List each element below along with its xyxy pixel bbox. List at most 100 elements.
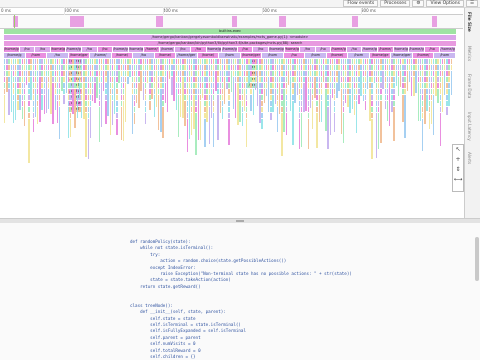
call-bar[interactable] [254, 71, 257, 76]
call-bar[interactable] [252, 65, 254, 70]
call-bar[interactable] [430, 71, 433, 76]
call-bar[interactable] [325, 65, 327, 70]
call-bar[interactable] [406, 65, 408, 70]
call-bar[interactable] [98, 95, 100, 100]
call-bar[interactable] [215, 71, 217, 91]
call-bar[interactable] [98, 107, 100, 142]
call-bar[interactable] [353, 89, 356, 94]
call-bar[interactable] [103, 65, 105, 70]
call-bar[interactable] [391, 65, 393, 70]
call-bar[interactable] [171, 77, 173, 95]
call-bar[interactable] [241, 95, 243, 100]
call-bar[interactable] [61, 71, 63, 76]
call-bar[interactable] [298, 89, 301, 94]
call-bar[interactable] [353, 95, 356, 100]
call-bar[interactable] [162, 89, 164, 94]
call-bar[interactable] [149, 59, 151, 64]
call-bar[interactable] [433, 77, 435, 82]
call-bar[interactable] [195, 89, 197, 94]
call-bar[interactable] [17, 89, 19, 94]
call-bar[interactable] [393, 95, 395, 100]
call-bar[interactable] [162, 65, 164, 70]
call-bar[interactable] [320, 59, 323, 64]
call-bar[interactable] [17, 77, 19, 82]
call-bar[interactable] [301, 101, 303, 106]
call-bar[interactable] [424, 89, 426, 124]
call-bar[interactable] [85, 95, 87, 100]
call-bar[interactable] [448, 65, 450, 70]
call-bar[interactable] [158, 59, 160, 64]
call-bar[interactable] [327, 95, 329, 100]
call-bar[interactable] [98, 71, 100, 76]
call-bar[interactable] [4, 77, 6, 82]
call-bar[interactable] [239, 71, 241, 76]
call-bar[interactable] [184, 59, 186, 64]
call-bar[interactable] [397, 65, 400, 70]
call-bar[interactable] [375, 107, 378, 112]
call-bar[interactable] [369, 83, 371, 88]
call-bar[interactable] [151, 83, 153, 88]
call-bar[interactable] [23, 95, 26, 100]
call-bar[interactable] [281, 107, 283, 112]
call-bar[interactable] [45, 65, 48, 70]
call-bar[interactable] [296, 65, 298, 70]
call-bar[interactable] [263, 77, 265, 82]
call-bar[interactable] [353, 101, 356, 115]
call-bar[interactable] [219, 77, 221, 82]
call-bar[interactable] [83, 71, 85, 76]
flame-frame[interactable]: /home/gergelyzs [362, 47, 378, 52]
call-bar[interactable] [320, 83, 323, 88]
call-bar[interactable] [70, 113, 72, 118]
call-bar[interactable] [32, 89, 34, 94]
call-bar[interactable] [41, 77, 43, 82]
call-bar[interactable] [59, 107, 61, 139]
call-bar[interactable] [158, 77, 160, 82]
call-bar[interactable] [67, 95, 70, 100]
call-bar[interactable] [118, 59, 120, 64]
call-bar[interactable] [384, 77, 386, 82]
call-bar[interactable] [76, 95, 78, 118]
call-bar[interactable] [329, 59, 331, 64]
call-bar[interactable] [19, 89, 21, 94]
call-bar[interactable] [290, 71, 292, 76]
call-bar[interactable] [63, 71, 65, 76]
call-bar[interactable] [224, 71, 226, 76]
call-bar[interactable] [89, 71, 92, 76]
call-bar[interactable] [32, 107, 34, 112]
call-bar[interactable] [314, 65, 316, 70]
call-bar[interactable] [85, 71, 87, 76]
call-bar[interactable] [6, 71, 8, 76]
call-bar[interactable] [235, 65, 237, 70]
call-bar[interactable] [274, 65, 276, 70]
call-bar[interactable] [391, 83, 393, 88]
call-bar[interactable] [261, 119, 263, 129]
call-bar[interactable] [171, 65, 173, 70]
call-bar[interactable] [59, 89, 61, 94]
call-bar[interactable] [96, 59, 98, 64]
flame-frame[interactable]: /home/ger [391, 53, 412, 58]
call-bar[interactable] [142, 59, 144, 64]
call-bar[interactable] [177, 83, 180, 88]
call-bar[interactable] [265, 89, 268, 96]
call-bar[interactable] [294, 65, 296, 70]
call-bar[interactable] [250, 77, 252, 82]
call-bar[interactable] [138, 59, 140, 64]
call-bar[interactable] [177, 59, 180, 64]
call-bar[interactable] [63, 95, 65, 104]
call-bar[interactable] [186, 83, 188, 88]
call-bar[interactable] [136, 89, 138, 94]
call-bar[interactable] [217, 59, 219, 64]
call-bar[interactable] [195, 101, 197, 106]
call-bar[interactable] [309, 65, 312, 70]
call-bar[interactable] [153, 83, 155, 88]
call-bar[interactable] [345, 77, 347, 82]
call-bar[interactable] [393, 71, 395, 76]
call-bar[interactable] [318, 95, 320, 122]
flame-frame[interactable]: /ho [315, 47, 331, 52]
call-bar[interactable] [250, 89, 252, 94]
call-bar[interactable] [94, 71, 96, 76]
call-bar[interactable] [384, 71, 386, 76]
call-bar[interactable] [281, 89, 283, 94]
call-bar[interactable] [428, 113, 430, 129]
call-bar[interactable] [422, 65, 424, 70]
